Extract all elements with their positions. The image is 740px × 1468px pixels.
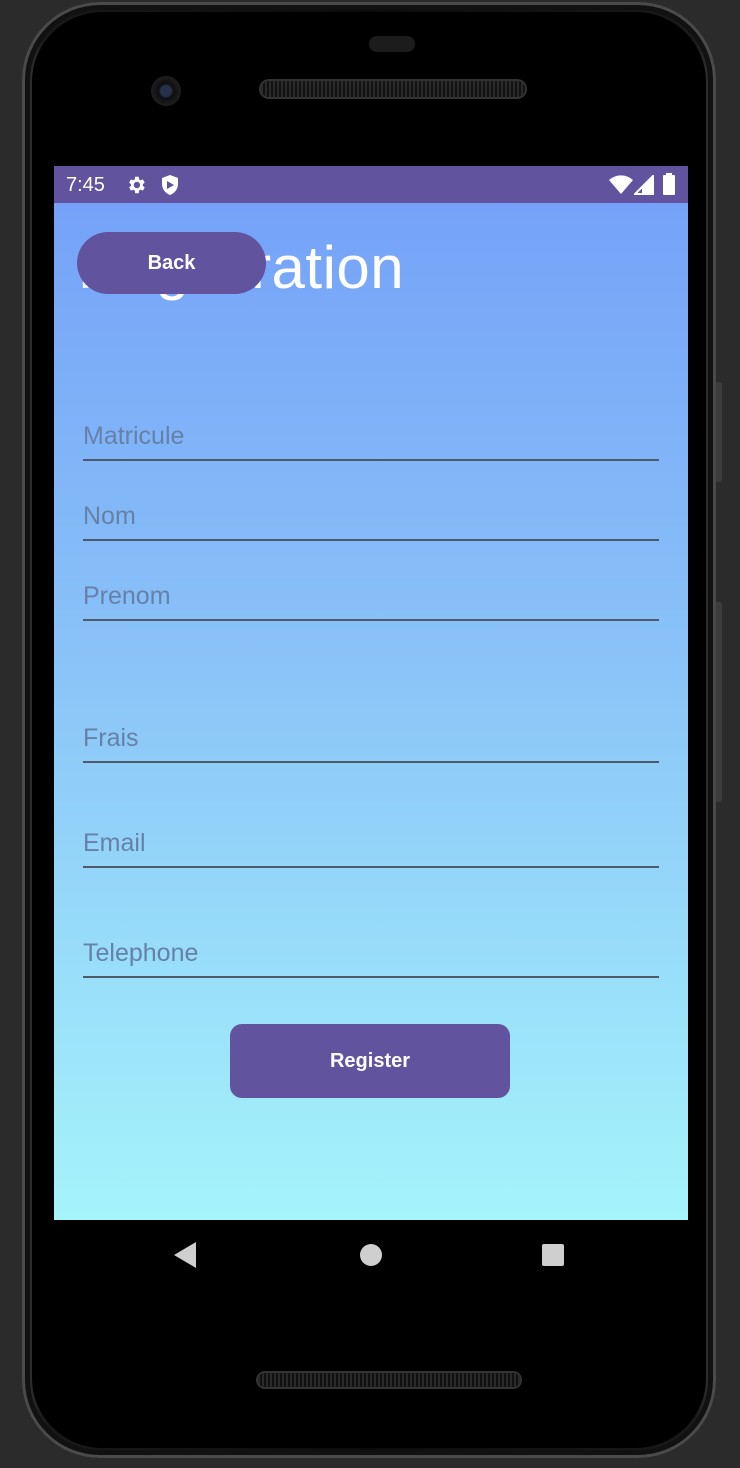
registration-screen: Registration Back Register xyxy=(54,203,688,1220)
email-input[interactable] xyxy=(83,829,659,858)
register-button[interactable]: Register xyxy=(230,1024,510,1098)
recents-square-icon[interactable] xyxy=(541,1242,565,1273)
front-camera xyxy=(151,76,181,106)
signal-icon xyxy=(632,173,654,200)
volume-button xyxy=(716,602,722,802)
frais-input[interactable] xyxy=(83,724,659,753)
frais-field xyxy=(83,713,659,763)
matricule-input[interactable] xyxy=(83,422,659,451)
battery-icon xyxy=(663,173,675,200)
nom-field xyxy=(83,491,659,541)
back-button[interactable]: Back xyxy=(77,232,266,294)
status-bar: 7:45 xyxy=(54,166,688,203)
home-circle-icon[interactable] xyxy=(359,1242,383,1273)
power-button xyxy=(716,382,722,482)
device-screen: 7:45 Back Matricule Nom Prenom Frais Ema… xyxy=(54,166,688,1220)
prenom-input[interactable] xyxy=(83,582,659,611)
shield-icon xyxy=(160,174,180,201)
top-speaker xyxy=(261,81,525,97)
back-triangle-icon[interactable] xyxy=(174,1242,198,1273)
telephone-field xyxy=(83,928,659,978)
nom-input[interactable] xyxy=(83,502,659,531)
earpiece xyxy=(369,36,415,52)
system-nav-bar xyxy=(54,1220,688,1294)
bottom-speaker xyxy=(258,1373,520,1387)
prenom-field xyxy=(83,571,659,621)
status-time: 7:45 xyxy=(66,174,105,196)
gear-icon xyxy=(125,174,147,201)
wifi-icon xyxy=(609,175,633,200)
email-field xyxy=(83,818,659,868)
matricule-field xyxy=(83,411,659,461)
telephone-input[interactable] xyxy=(83,939,659,968)
